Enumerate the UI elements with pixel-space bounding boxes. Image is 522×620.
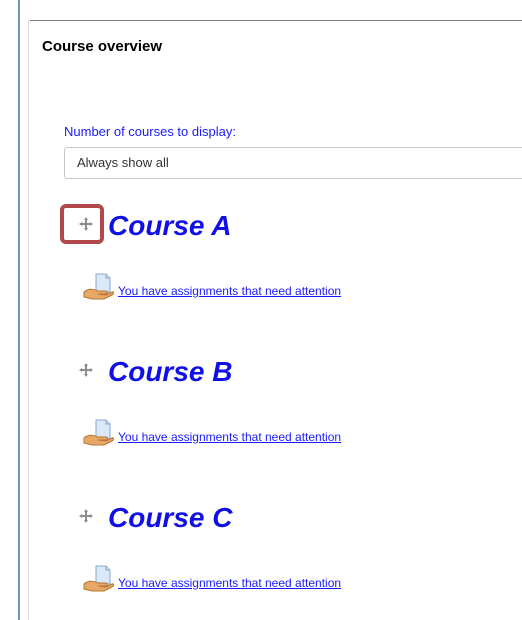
assignment-hand-icon (82, 272, 114, 300)
block-top-divider (30, 20, 522, 21)
assignment-attention-link[interactable]: You have assignments that need attention (118, 576, 341, 590)
block-title: Course overview (42, 38, 163, 55)
assignment-attention-link[interactable]: You have assignments that need attention (118, 284, 341, 298)
assignment-hand-icon (82, 418, 114, 446)
page-border (18, 0, 20, 620)
course-title-link[interactable]: Course C (108, 502, 232, 534)
assignment-attention-link[interactable]: You have assignments that need attention (118, 430, 341, 444)
course-title-link[interactable]: Course A (108, 210, 231, 242)
course-item: Course C You have assignments that need … (62, 502, 502, 602)
course-item: Course B You have assignments that need … (62, 356, 502, 456)
course-title-link[interactable]: Course B (108, 356, 232, 388)
courses-to-display-select[interactable]: Always show all (64, 147, 522, 179)
move-arrows-icon[interactable] (78, 216, 94, 232)
courses-to-display-label: Number of courses to display: (64, 124, 236, 139)
assignment-hand-icon (82, 564, 114, 592)
course-overview-screen: Course overview Number of courses to dis… (0, 0, 522, 620)
course-item: Course A You have assignments that need … (60, 204, 502, 310)
move-arrows-icon[interactable] (78, 362, 94, 378)
move-arrows-icon[interactable] (78, 508, 94, 524)
